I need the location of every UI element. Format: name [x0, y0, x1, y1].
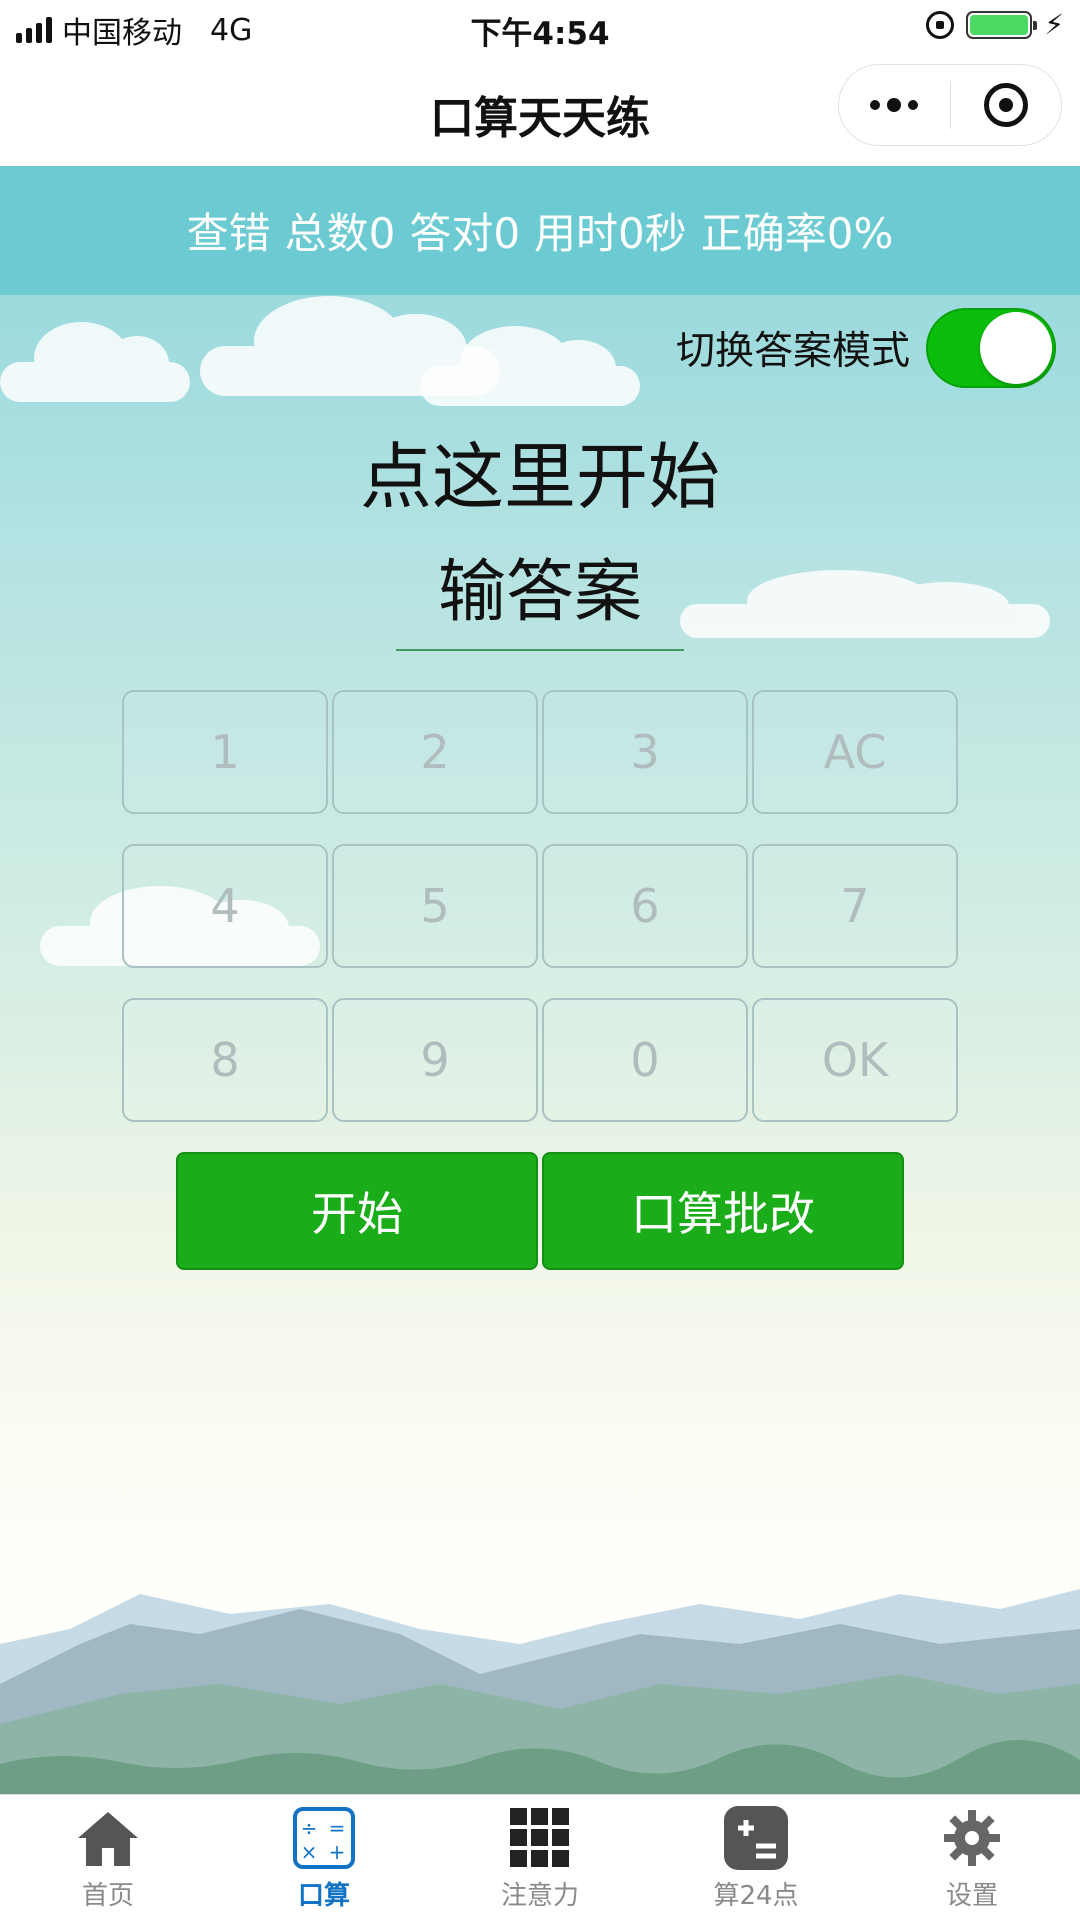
stats-bar: 查错 总数0 答对0 用时0秒 正确率0% [0, 166, 1080, 295]
key-6[interactable]: 6 [542, 844, 748, 968]
key-8[interactable]: 8 [122, 998, 328, 1122]
action-buttons: 开始 口算批改 [176, 1152, 904, 1270]
stat-total: 总数0 [284, 209, 396, 258]
tab-24-points[interactable]: 算24点 [648, 1795, 864, 1921]
key-7[interactable]: 7 [752, 844, 958, 968]
key-2[interactable]: 2 [332, 690, 538, 814]
switch-knob [980, 312, 1052, 384]
grade-button[interactable]: 口算批改 [542, 1152, 904, 1270]
tab-label: 算24点 [713, 1881, 799, 1911]
close-miniprogram-button[interactable] [951, 65, 1062, 145]
grid-icon [507, 1805, 573, 1871]
tab-oral-calc[interactable]: ÷ = × + 口算 [216, 1795, 432, 1921]
svg-text:×: × [301, 1840, 318, 1864]
mountain-landscape [0, 1589, 1080, 1794]
check-errors-link[interactable]: 查错 [187, 200, 271, 261]
start-hint[interactable]: 点这里开始 [0, 418, 1080, 523]
navigation-bar: 口算天天练 [0, 56, 1080, 166]
stat-correct: 答对0 [409, 209, 521, 258]
calculator-icon: ÷ = × + [291, 1805, 357, 1871]
bottom-tab-bar: 首页 ÷ = × + 口算 注意力 算24点 设置 [0, 1794, 1080, 1921]
svg-text:=: = [329, 1816, 346, 1840]
key-5[interactable]: 5 [332, 844, 538, 968]
more-button[interactable] [839, 65, 950, 145]
status-right: ⚡ [926, 8, 1064, 41]
svg-text:+: + [329, 1840, 346, 1864]
key-ok[interactable]: OK [752, 998, 958, 1122]
answer-mode-label: 切换答案模式 [675, 329, 910, 374]
answer-mode-switch[interactable] [926, 308, 1056, 388]
cloud-decoration [680, 570, 1050, 638]
record-circle-icon [983, 83, 1028, 127]
tab-label: 设置 [945, 1881, 998, 1911]
tab-attention[interactable]: 注意力 [432, 1795, 648, 1921]
plus-equals-icon [723, 1805, 789, 1871]
number-keypad: 1 2 3 AC 4 5 6 7 8 9 0 OK [122, 690, 958, 1122]
tab-label: 注意力 [500, 1881, 579, 1911]
key-3[interactable]: 3 [542, 690, 748, 814]
answer-mode-toggle-row: 切换答案模式 [676, 308, 1056, 388]
key-9[interactable]: 9 [332, 998, 538, 1122]
svg-text:÷: ÷ [301, 1816, 318, 1840]
key-4[interactable]: 4 [122, 844, 328, 968]
answer-input[interactable]: 输答案 [396, 536, 684, 651]
rotation-lock-icon [926, 10, 955, 39]
tab-home[interactable]: 首页 [0, 1795, 216, 1921]
cloud-decoration [0, 322, 190, 402]
main-content: 查错 总数0 答对0 用时0秒 正确率0% 切换答案模式 点这里开始 输答案 1… [0, 166, 1080, 1794]
key-clear[interactable]: AC [752, 690, 958, 814]
tab-settings[interactable]: 设置 [864, 1795, 1080, 1921]
battery-icon [966, 10, 1038, 39]
stat-time: 用时0秒 [534, 209, 687, 258]
key-0[interactable]: 0 [542, 998, 748, 1122]
miniprogram-capsule [838, 64, 1062, 146]
tab-label: 口算 [297, 1881, 350, 1911]
gear-icon [939, 1805, 1005, 1871]
tab-label: 首页 [81, 1881, 134, 1911]
key-1[interactable]: 1 [122, 690, 328, 814]
home-icon [75, 1805, 141, 1871]
charging-icon: ⚡ [1044, 8, 1064, 41]
status-time: 下午4:54 [470, 16, 610, 52]
stat-accuracy: 正确率0% [700, 209, 894, 258]
more-dots-icon [870, 98, 919, 112]
cloud-decoration [420, 326, 640, 406]
start-button[interactable]: 开始 [176, 1152, 538, 1270]
status-bar: 中国移动 4G 下午4:54 ⚡ [0, 0, 1080, 56]
